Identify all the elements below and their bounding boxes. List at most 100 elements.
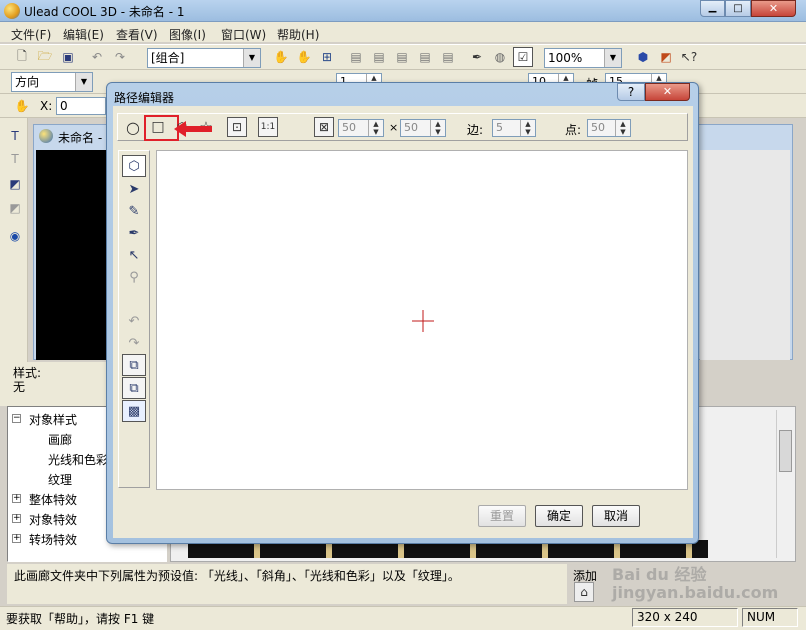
redo-button[interactable]: ↷ [110,47,130,67]
preview-canvas[interactable] [36,150,108,360]
zoom-tool-button[interactable]: ⚲ [122,266,146,288]
edges-label: 边: [467,123,484,137]
document-tab[interactable]: 未命名 - [36,127,116,147]
tree-item-transition-effects[interactable]: 转场特效 [29,531,77,548]
menu-image[interactable]: 图像(I) [169,26,206,43]
scroll-thumb[interactable] [779,430,792,472]
height-spin[interactable]: 50 ▲ ▼ [400,119,446,137]
insert-text-button[interactable]: T [5,126,25,146]
edges-value: 5 [496,121,503,134]
menu-edit[interactable]: 编辑(E) [63,26,104,43]
tree-item-light-color[interactable]: 光线和色彩 [48,451,108,468]
spin-arrows-icon: ▲▼ [615,120,630,136]
bounding-box-button[interactable]: ⊠ [314,117,334,137]
width-spin[interactable]: 50 ▲ ▼ [338,119,384,137]
maximize-button[interactable]: □ [725,0,751,17]
open-file-button[interactable]: 🗁 [35,47,55,67]
circle-shape-button[interactable]: ○ [123,117,143,137]
direction-select[interactable]: 方向 ▼ [11,72,93,92]
dialog-help-button[interactable]: ? [617,83,645,101]
tracing-button[interactable]: ▩ [122,400,146,422]
edit-text-button[interactable]: T [5,149,25,169]
checkbox-edit-icon: ☑ [517,50,529,64]
menu-view[interactable]: 查看(V) [116,26,158,43]
tree-item-texture[interactable]: 纹理 [48,471,72,488]
fit-button[interactable]: ⊡ [227,117,247,137]
add-button[interactable]: ⌂ [574,582,594,602]
pen-add-icon: ✎ [128,203,140,219]
align-button-1[interactable]: ▤ [346,47,366,67]
menu-file[interactable]: 文件(F) [11,26,51,43]
reset-button[interactable]: 重置 [478,505,526,527]
select-tool-button[interactable]: ➤ [122,178,146,200]
save-button[interactable]: ▣ [58,47,78,67]
undo-button[interactable]: ↶ [87,47,107,67]
render-button[interactable]: ⬢ [633,47,653,67]
actual-size-button[interactable]: 1:1 [258,117,278,137]
redo-path-button[interactable]: ↷ [122,332,146,354]
tree-expander-2[interactable]: + [12,514,21,523]
tree-item-object-style[interactable]: 对象样式 [29,411,77,428]
gallery-scrollbar[interactable] [776,410,792,558]
import-path-button[interactable]: ⧉ [122,354,146,376]
tree-item-global-effects[interactable]: 整体特效 [29,491,77,508]
style-value: 无 [13,380,26,394]
new-file-button[interactable]: 🗋 [12,47,32,67]
stack-icon: ▤ [373,50,385,64]
undo-icon: ↶ [91,50,103,64]
align-button-5[interactable]: ▤ [438,47,458,67]
insert-graphic-button[interactable]: ◩ [5,174,25,194]
tree-item-gallery[interactable]: 画廊 [48,431,72,448]
close-button[interactable]: ✕ [751,0,796,17]
times-label: × [389,121,399,134]
ok-button[interactable]: 确定 [535,505,583,527]
stack-icon: ▤ [442,50,454,64]
align-button-2[interactable]: ▤ [369,47,389,67]
edit-graphic-icon: ◩ [9,201,21,215]
object-select[interactable]: [组合] ▼ [147,48,261,68]
dialog-close-button[interactable]: ✕ [645,83,690,101]
status-num-text: NUM [747,610,776,624]
x-input[interactable]: 0 [56,97,106,115]
edit-toggle-button[interactable]: ☑ [513,47,533,67]
circle-icon: ○ [126,117,140,137]
actual-size-icon: 1:1 [260,122,276,132]
edit-graphic-button[interactable]: ◩ [5,198,25,218]
position-tool-button[interactable]: ✋ [12,96,32,116]
edges-spin[interactable]: 5 ▲ ▼ [492,119,536,137]
polygon-tool-button[interactable]: ⬡ [122,155,146,177]
context-help-button[interactable]: ↖? [679,47,699,67]
undo-path-button[interactable]: ↶ [122,310,146,332]
size-tool-button[interactable]: ⊞ [317,47,337,67]
menu-window[interactable]: 窗口(W) [221,26,266,43]
convert-point-tool-button[interactable]: ↖ [122,244,146,266]
cancel-button[interactable]: 取消 [592,505,640,527]
tree-expander-3[interactable]: + [12,534,21,543]
save-icon: ▣ [62,50,74,64]
minimize-button[interactable]: ▁ [700,0,725,17]
export-button[interactable]: ◩ [656,47,676,67]
tree-item-object-effects[interactable]: 对象特效 [29,511,77,528]
tree-root-expander[interactable]: − [12,414,21,423]
zoom-select[interactable]: 100% ▼ [544,48,622,68]
menu-help[interactable]: 帮助(H) [277,26,319,43]
tree-expander-1[interactable]: + [12,494,21,503]
hand-tool-button[interactable]: ✋ [271,47,291,67]
globe-button[interactable]: ◍ [490,47,510,67]
status-size-text: 320 x 240 [637,610,698,624]
align-button-4[interactable]: ▤ [415,47,435,67]
polygon-icon: ⬡ [128,158,140,174]
align-button-3[interactable]: ▤ [392,47,412,67]
x-label: X: [40,99,53,113]
document-scrollbar[interactable] [700,150,790,360]
crosshair-icon [412,310,434,332]
stack-icon: ▤ [396,50,408,64]
pen-tool-button[interactable]: ✒ [122,222,146,244]
eyedrop-button[interactable]: ✒ [467,47,487,67]
insert-geometry-button[interactable]: ◉ [5,226,25,246]
add-point-tool-button[interactable]: ✎ [122,200,146,222]
status-size: 320 x 240 [632,608,738,627]
rotate-tool-button[interactable]: ✋ [294,47,314,67]
copy-path-button[interactable]: ⧉ [122,377,146,399]
points-spin[interactable]: 50 ▲ ▼ [587,119,631,137]
